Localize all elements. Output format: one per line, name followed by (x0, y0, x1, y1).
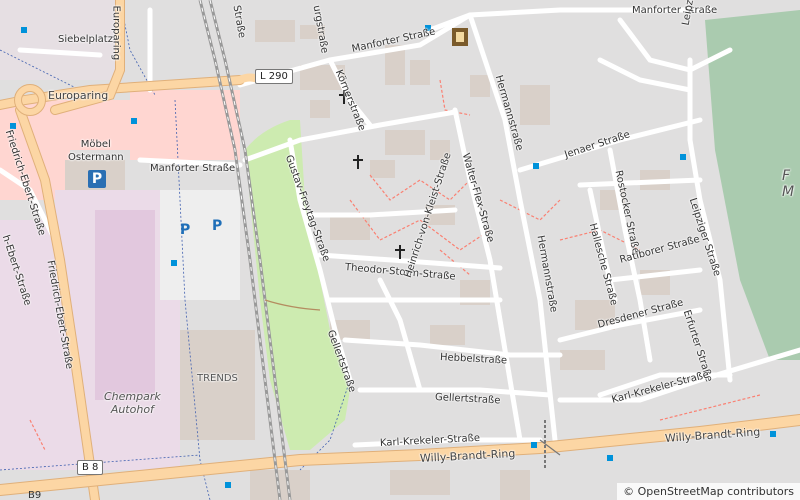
map-attribution[interactable]: © OpenStreetMap contributors (617, 483, 800, 500)
street-label: Manforter Straße (632, 5, 718, 16)
trends-building (180, 330, 255, 440)
church-icon (353, 155, 363, 169)
street-label: Europaring (48, 89, 109, 102)
parking-icon: P (180, 222, 191, 238)
map[interactable]: P P P L 290 B 8 B9 Manforter Straße Manf… (0, 0, 800, 500)
place-label: F M (782, 168, 795, 200)
road-ref-b9: B9 (28, 490, 42, 500)
parking-lot (160, 190, 240, 300)
bus-stop-icon[interactable] (533, 163, 539, 169)
bus-stop-icon[interactable] (225, 482, 231, 488)
street-label: Manforter Straße (150, 163, 236, 174)
street-label: Siebelplatz (58, 34, 113, 45)
road-ref-l290: L 290 (255, 69, 293, 84)
road-ref-b8: B 8 (77, 460, 104, 475)
church-icon (395, 245, 405, 259)
bus-stop-icon[interactable] (607, 455, 613, 461)
fire-station-icon (452, 28, 468, 46)
place-label: TRENDS (197, 373, 238, 384)
place-label: Chempark Autohof (104, 390, 161, 416)
parking-icon: P (88, 170, 106, 188)
bus-stop-icon[interactable] (770, 431, 776, 437)
bus-stop-icon[interactable] (131, 118, 137, 124)
place-label: Möbel Ostermann (68, 139, 124, 163)
parking-icon: P (212, 218, 223, 234)
street-label: Europaring (110, 5, 122, 61)
bus-stop-icon[interactable] (171, 260, 177, 266)
bus-stop-icon[interactable] (531, 442, 537, 448)
bus-stop-icon[interactable] (21, 27, 27, 33)
bus-stop-icon[interactable] (680, 154, 686, 160)
